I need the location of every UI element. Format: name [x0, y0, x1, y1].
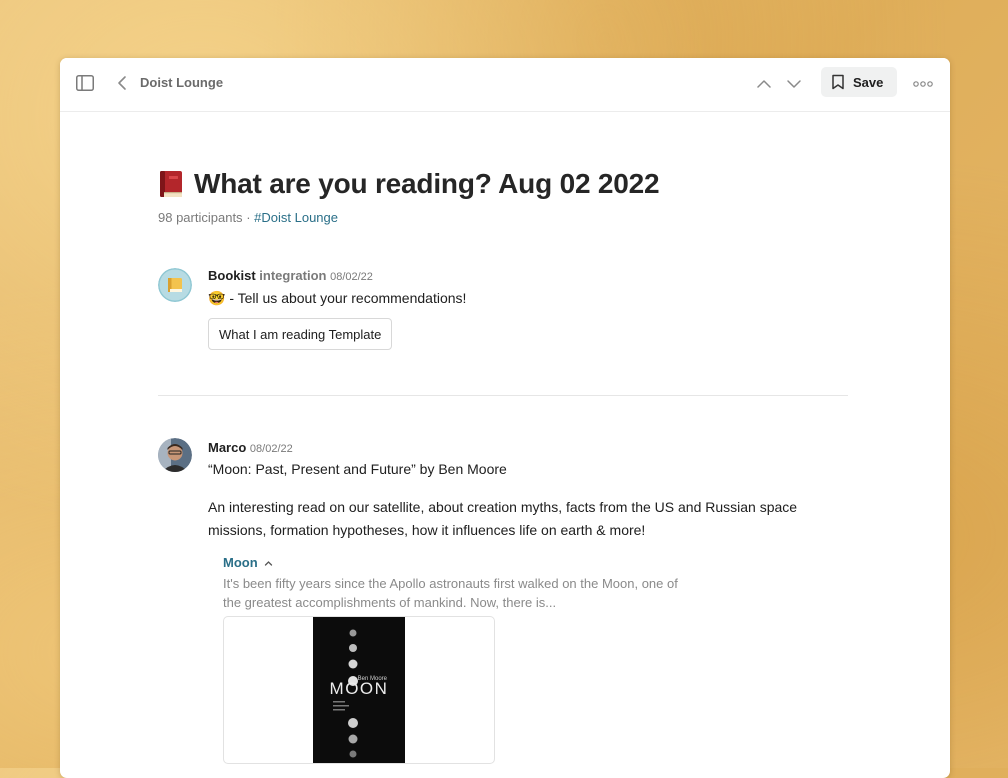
channel-link[interactable]: #Doist Lounge: [254, 210, 338, 225]
save-label: Save: [853, 74, 884, 90]
thread-header: What are you reading? Aug 02 2022: [158, 168, 660, 200]
post-body-line-2: An interesting read on our satellite, ab…: [208, 499, 798, 538]
breadcrumb[interactable]: Doist Lounge: [140, 75, 223, 90]
post-author-line: Bookist integration 08/02/22: [208, 268, 373, 283]
integration-tag: integration: [259, 268, 327, 283]
post-body: 🤓 - Tell us about your recommendations!: [208, 290, 467, 306]
attachment-title[interactable]: Moon: [223, 555, 273, 570]
post-author[interactable]: Bookist: [208, 268, 256, 283]
more-options-icon[interactable]: [912, 73, 934, 95]
meta-separator: ·: [246, 210, 251, 225]
sidebar-toggle-icon[interactable]: [76, 75, 94, 91]
bookmark-icon: [832, 74, 844, 90]
thread-window: Doist Lounge Save What are you reading? …: [60, 58, 950, 778]
attachment-preview[interactable]: Ben Moore MOON: [223, 616, 495, 764]
top-bar: Doist Lounge Save: [60, 58, 950, 112]
post-date: 08/02/22: [330, 271, 373, 283]
cover-title: MOON: [330, 679, 389, 698]
previous-thread-chevron-up-icon[interactable]: [753, 73, 775, 95]
divider: [158, 395, 848, 396]
post-body-line-1: “Moon: Past, Present and Future” by Ben …: [208, 461, 507, 477]
participants-count: 98 participants: [158, 210, 243, 225]
thread-meta: 98 participants · #Doist Lounge: [158, 210, 338, 225]
red-book-icon: [160, 171, 182, 197]
avatar-bookist[interactable]: [158, 268, 192, 302]
attachment-title-text: Moon: [223, 555, 258, 570]
back-chevron-icon[interactable]: [116, 74, 128, 92]
page-title: What are you reading? Aug 02 2022: [194, 168, 660, 199]
chevron-up-icon[interactable]: [264, 560, 273, 566]
template-button[interactable]: What I am reading Template: [208, 318, 393, 350]
book-cover-image: Ben Moore MOON: [313, 617, 405, 763]
post-date: 08/02/22: [249, 443, 293, 455]
attachment-description: It's been fifty years since the Apollo a…: [223, 576, 678, 610]
avatar-marco[interactable]: [158, 438, 192, 472]
next-thread-chevron-down-icon[interactable]: [783, 73, 805, 95]
save-button[interactable]: Save: [821, 67, 897, 97]
post-author[interactable]: Marco: [208, 440, 246, 455]
post-author-line: Marco 08/02/22: [208, 440, 293, 455]
